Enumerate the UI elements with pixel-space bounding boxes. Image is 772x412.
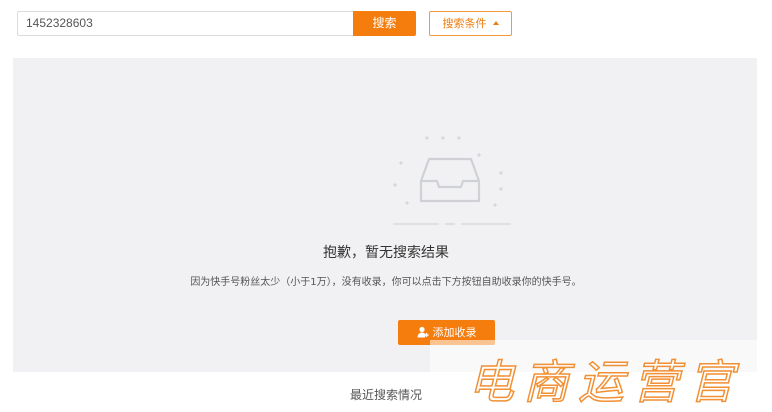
caret-up-icon — [492, 21, 499, 25]
user-add-icon — [417, 326, 428, 338]
search-input[interactable]: 1452328603 — [17, 11, 353, 36]
search-button[interactable]: 搜索 — [353, 11, 416, 36]
add-collection-label: 添加收录 — [432, 326, 477, 339]
empty-results-title: 抱歉，暂无搜索结果 — [323, 245, 449, 261]
search-filter-button[interactable]: 搜索条件 — [429, 11, 512, 36]
empty-results-description: 因为快手号粉丝太少（小于1万），没有收录，你可以点击下方按钮自助收录你的快手号。 — [190, 277, 582, 288]
search-filter-label: 搜索条件 — [442, 17, 487, 30]
empty-inbox-icon — [393, 136, 511, 225]
watermark: 电商运营官 — [430, 340, 772, 411]
watermark-text: 电商运营官 — [467, 354, 743, 410]
